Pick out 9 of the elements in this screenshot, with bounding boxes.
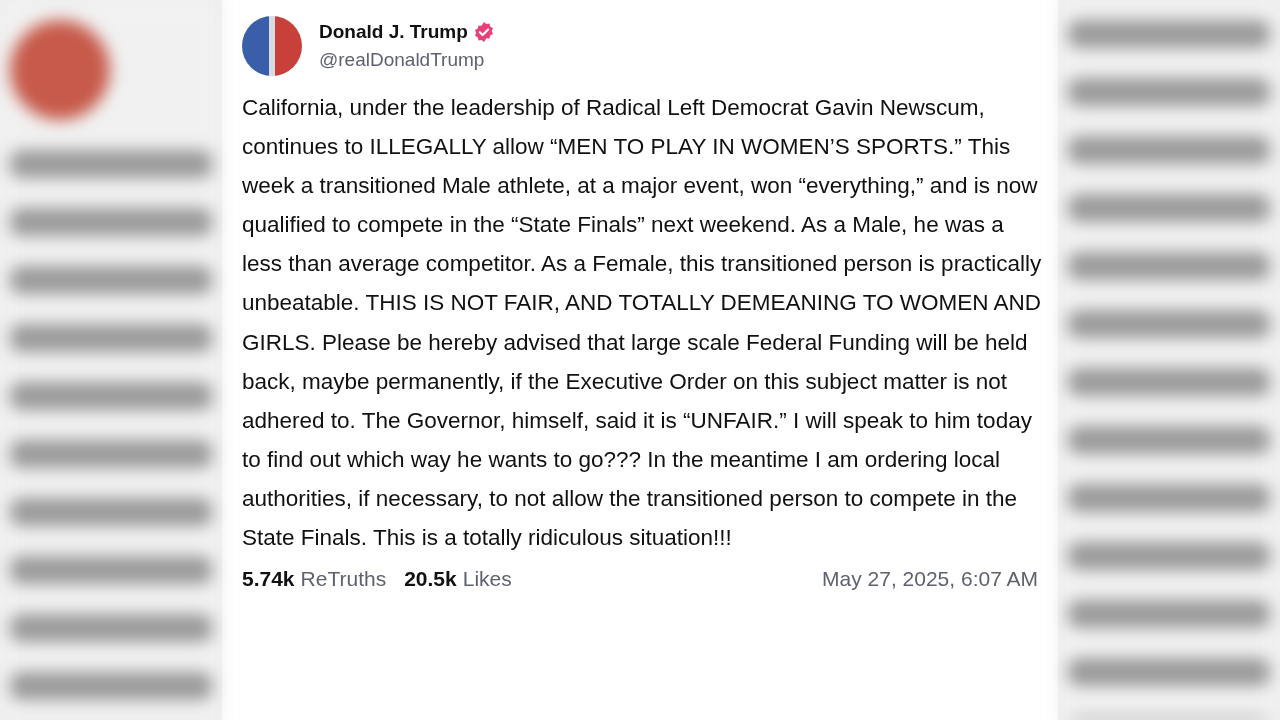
stat-label[interactable]: ReTruths — [300, 567, 387, 592]
stat-count: 20.5k — [404, 567, 457, 592]
avatar[interactable] — [242, 16, 302, 76]
stat-label[interactable]: Likes — [462, 567, 512, 592]
author-handle[interactable]: @realDonaldTrump — [319, 49, 485, 71]
post-timestamp: May 27, 2025, 6:07 AM — [822, 567, 1038, 592]
post-text: California, under the leadership of Radical Left Democrat Gavin Newscum, continues to ILLEGALLY allow “MEN TO PLAY IN WOMEN’S SPORTS.” This week a transitioned Male athlete, at a major event, won “everything,” and is now qualified to compete in the “State Finals” next weekend. As a Male, he was a less than average competitor. As a Female, this transitioned person is practically unbeatable. THIS IS NOT FAIR, AND TOTALLY DEMEANING TO WOMEN AND GIRLS. Please be hereby advised that large scale Federal Funding will be held back, maybe permanently, if the Executive Order on this subject matter is not adhered to. The Governor, himself, said it is “UNFAIR.” I will speak to him today to find out which way he wants to go??? In the meantime I am ordering local authorities, if necessary, to not allow the transitioned person to compete in the State Finals. This is a totally ridiculous situation!!! — [242, 94, 1042, 553]
stat-count: 5.74k — [242, 567, 295, 592]
author-name[interactable]: Donald J. Trump — [319, 21, 468, 43]
